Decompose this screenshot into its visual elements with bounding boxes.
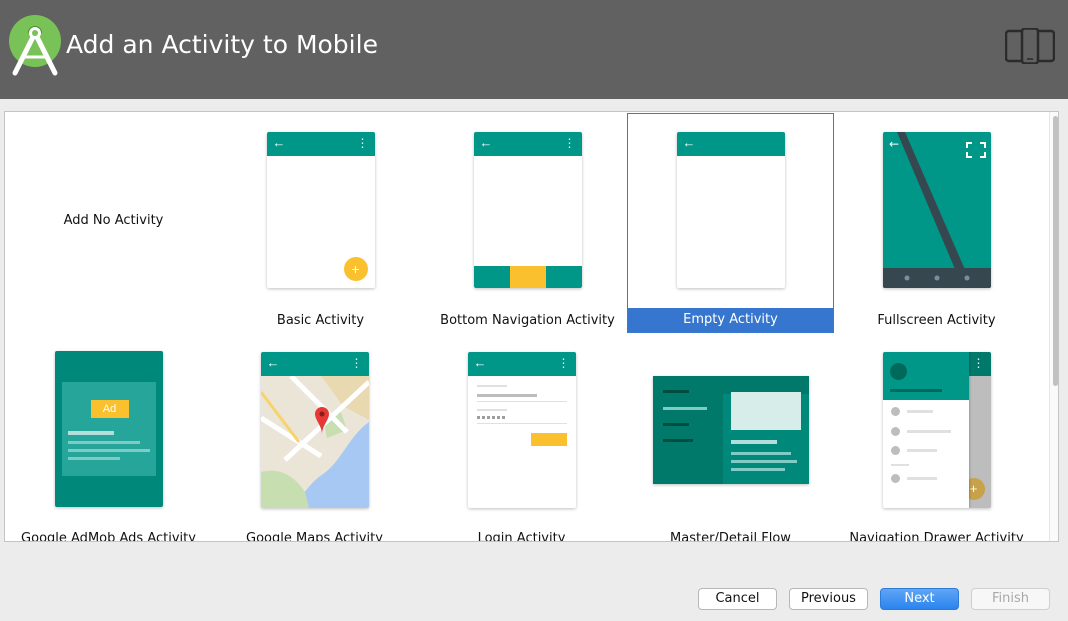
template-google-maps-activity[interactable]: ← ⋮ Google Maps Activity: [211, 333, 418, 542]
cancel-button[interactable]: Cancel: [698, 588, 777, 610]
template-fullscreen-activity[interactable]: ← Fullscreen Activity: [833, 113, 1040, 333]
basic-activity-thumbnail-icon: ← ⋮ +: [266, 132, 375, 288]
template-label: Basic Activity: [276, 313, 365, 328]
gallery-scrollbar[interactable]: [1049, 112, 1058, 541]
template-label: Fullscreen Activity: [877, 313, 996, 328]
admob-thumbnail-icon: Ad: [54, 351, 163, 507]
template-gallery: Add No Activity ← ⋮ + Basic Activity ← ⋮ B…: [4, 111, 1059, 542]
template-add-no-activity[interactable]: Add No Activity: [10, 113, 217, 333]
phone-tablet-icon: [1005, 28, 1055, 64]
navigation-drawer-thumbnail-icon: ⋮ +: [882, 352, 991, 508]
previous-button[interactable]: Previous: [789, 588, 868, 610]
next-button[interactable]: Next: [880, 588, 959, 610]
template-label: Bottom Navigation Activity: [440, 313, 615, 328]
maps-thumbnail-icon: ← ⋮: [260, 352, 369, 508]
template-login-activity[interactable]: ← ⋮ Login Activity: [418, 333, 625, 542]
template-label: Empty Activity: [628, 308, 833, 332]
fullscreen-activity-thumbnail-icon: ←: [882, 132, 991, 288]
template-admob-activity[interactable]: Ad Google AdMob Ads Activity: [5, 333, 212, 542]
template-master-detail-flow[interactable]: Master/Detail Flow: [627, 333, 834, 542]
template-basic-activity[interactable]: ← ⋮ + Basic Activity: [217, 113, 424, 333]
template-label: Google AdMob Ads Activity: [21, 531, 196, 542]
template-label: Navigation Drawer Activity: [849, 531, 1024, 542]
template-label: Login Activity: [477, 531, 566, 542]
template-label: Add No Activity: [63, 213, 164, 228]
android-studio-logo-icon: [9, 15, 61, 76]
template-label: Google Maps Activity: [246, 531, 383, 542]
template-navigation-drawer-activity[interactable]: ⋮ + Navigation Drawer Activity: [833, 333, 1040, 542]
template-empty-activity[interactable]: ← Empty Activity: [627, 113, 834, 333]
svg-text:←: ←: [889, 137, 899, 151]
finish-button[interactable]: Finish: [971, 588, 1050, 610]
dialog-title: Add an Activity to Mobile: [66, 30, 378, 59]
scrollbar-thumb[interactable]: [1053, 116, 1058, 386]
empty-activity-thumbnail-icon: ←: [676, 132, 785, 288]
bottom-navigation-thumbnail-icon: ← ⋮: [473, 132, 582, 288]
master-detail-thumbnail-icon: [652, 376, 809, 484]
login-thumbnail-icon: ← ⋮: [467, 352, 576, 508]
template-label: Master/Detail Flow: [670, 531, 791, 542]
template-bottom-navigation-activity[interactable]: ← ⋮ Bottom Navigation Activity: [424, 113, 631, 333]
dialog-header: Add an Activity to Mobile: [0, 0, 1068, 99]
ad-badge: Ad: [90, 400, 129, 418]
